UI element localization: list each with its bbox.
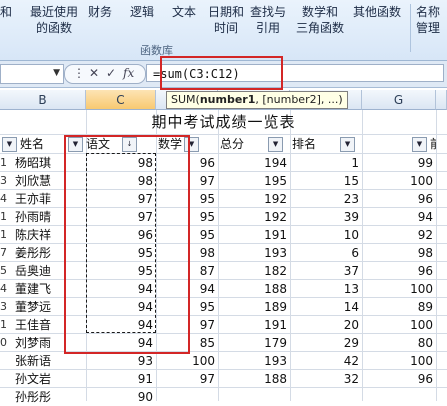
autosum-button[interactable]: 和	[0, 4, 12, 20]
cell-previous[interactable]: 80	[362, 334, 436, 352]
cell-previous[interactable]: 98	[362, 244, 436, 262]
row-number: 0	[0, 336, 7, 349]
cell-previous[interactable]: 100	[362, 280, 436, 298]
cancel-icon[interactable]: ✕	[89, 66, 99, 80]
cell-rank[interactable]: 32	[290, 370, 362, 388]
filter-dropdown-icon[interactable]: ▼	[340, 137, 356, 152]
row-number: 3	[0, 300, 7, 313]
logical-button[interactable]: 逻辑	[130, 4, 154, 20]
row-number: 5	[0, 264, 7, 277]
header-rank: 排名 ▼	[290, 135, 362, 153]
cell-math[interactable]: 97	[156, 370, 218, 388]
cell-rank[interactable]	[290, 388, 362, 406]
cell-previous[interactable]: 100	[362, 352, 436, 370]
tooltip-function: SUM(	[171, 93, 200, 106]
cell-rank[interactable]: 15	[290, 172, 362, 190]
formula-highlight-box	[160, 56, 283, 90]
cell-rank[interactable]: 6	[290, 244, 362, 262]
cell-total[interactable]: 191	[218, 316, 290, 334]
financial-button[interactable]: 财务	[88, 4, 112, 20]
tooltip-active-arg[interactable]: number1	[200, 93, 256, 106]
cell-rank[interactable]: 42	[290, 352, 362, 370]
cell-rank[interactable]: 39	[290, 208, 362, 226]
row-number: 7	[0, 246, 7, 259]
row-number: 1	[0, 318, 7, 331]
filter-dropdown-icon[interactable]: ▼	[2, 137, 17, 152]
function-tooltip: SUM(number1, [number2], ...)	[166, 91, 348, 109]
cell-total[interactable]: 179	[218, 334, 290, 352]
cell-rank[interactable]: 29	[290, 334, 362, 352]
cell-rank[interactable]: 10	[290, 226, 362, 244]
cell-name[interactable]: 孙彤彤	[14, 388, 86, 406]
text-functions-button[interactable]: 文本	[172, 4, 196, 20]
cell-total[interactable]: 189	[218, 298, 290, 316]
chevron-down-icon[interactable]: ▼	[53, 68, 60, 78]
cell-previous[interactable]: 89	[362, 298, 436, 316]
tooltip-other-args: , [number2], ...)	[255, 93, 343, 106]
row-number: 1	[0, 210, 7, 223]
row-number: 1	[0, 228, 7, 241]
cell-name[interactable]: 张新语	[14, 352, 86, 370]
row-number: 3	[0, 174, 7, 187]
row-number: 4	[0, 282, 7, 295]
cell-total[interactable]	[218, 388, 290, 406]
cell-total[interactable]: 193	[218, 352, 290, 370]
cell-rank[interactable]: 14	[290, 298, 362, 316]
name-box[interactable]: ▼	[0, 64, 64, 84]
cell-previous[interactable]: 100	[362, 316, 436, 334]
more-functions-button[interactable]: 其他函数	[353, 4, 401, 20]
cell-previous[interactable]: 94	[362, 208, 436, 226]
math-trig-button[interactable]: 数学和 三角函数	[296, 4, 344, 36]
watermark	[360, 371, 444, 399]
cell-total[interactable]: 194	[218, 154, 290, 172]
column-header-g[interactable]: G	[362, 90, 436, 110]
cell-total[interactable]: 195	[218, 172, 290, 190]
cell-total[interactable]: 192	[218, 208, 290, 226]
cell-previous[interactable]: 96	[362, 190, 436, 208]
sheet-title: 期中考试成绩一览表	[151, 113, 296, 131]
cell-name[interactable]: 孙文岩	[14, 370, 86, 388]
cell-total[interactable]: 191	[218, 226, 290, 244]
cell-math[interactable]: 100	[156, 352, 218, 370]
formula-handle-icon: ⋮	[73, 66, 85, 80]
cell-rank[interactable]: 37	[290, 262, 362, 280]
date-time-button[interactable]: 日期和 时间	[208, 4, 244, 36]
row-number: 1	[0, 156, 7, 169]
cell-chinese[interactable]: 93	[86, 352, 156, 370]
cell-total[interactable]: 193	[218, 244, 290, 262]
filter-dropdown-icon[interactable]: ▼	[268, 137, 284, 152]
cell-chinese[interactable]: 90	[86, 388, 156, 406]
cell-total[interactable]: 182	[218, 262, 290, 280]
cell-rank[interactable]: 13	[290, 280, 362, 298]
header-total: 总分 ▼	[218, 135, 290, 153]
filter-dropdown-icon[interactable]: ▼	[412, 137, 427, 152]
cell-total[interactable]: 192	[218, 190, 290, 208]
insert-function-icon[interactable]: fx	[123, 66, 134, 80]
enter-icon[interactable]: ✓	[106, 66, 116, 80]
ribbon: 和 最近使用 的函数 财务 逻辑 文本 日期和 时间 查找与 引用 数学和 三角函数 其…	[0, 0, 447, 61]
range-highlight-box	[64, 135, 190, 354]
formula-controls: ⋮ ✕ ✓ fx	[64, 64, 146, 84]
column-header-h[interactable]	[436, 90, 447, 110]
cell-total[interactable]: 188	[218, 280, 290, 298]
cell-previous[interactable]: 100	[362, 172, 436, 190]
cell-total[interactable]: 188	[218, 370, 290, 388]
ribbon-separator	[410, 4, 411, 52]
cell-previous[interactable]: 96	[362, 262, 436, 280]
cell-previous[interactable]: 92	[362, 226, 436, 244]
cell-chinese[interactable]: 91	[86, 370, 156, 388]
cell-rank[interactable]: 23	[290, 190, 362, 208]
cell-previous[interactable]: 99	[362, 154, 436, 172]
cell-rank[interactable]: 20	[290, 316, 362, 334]
lookup-reference-button[interactable]: 查找与 引用	[250, 4, 286, 36]
recent-functions-button[interactable]: 最近使用 的函数	[30, 4, 78, 36]
cell-rank[interactable]: 1	[290, 154, 362, 172]
column-header-c[interactable]: C	[86, 90, 156, 110]
cell-math[interactable]	[156, 388, 218, 406]
row-number: 4	[0, 192, 7, 205]
header-previous: ▼前	[362, 135, 436, 153]
name-manager-button[interactable]: 名称 管理	[416, 4, 440, 36]
column-header-b[interactable]: B	[0, 90, 86, 110]
